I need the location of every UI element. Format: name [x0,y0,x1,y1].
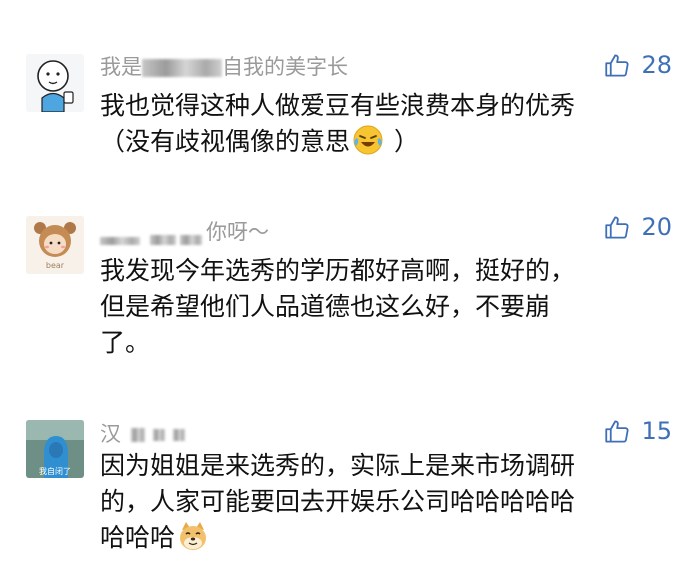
avatar-caption: 我自闭了 [39,466,71,476]
comment-line: 我发现今年选秀的学历都好高啊，挺好的， [100,256,576,285]
comment-item: 我是 自我的美字长 28 我也觉得这种人做爱豆有些浪费本身的优秀 （没有歧视偶像的… [0,0,700,190]
comment-line-tail: ） [394,127,420,156]
comment-text: 因为姐姐是来选秀的，实际上是来市场调研 的，人家可能要回去开娱乐公司哈哈哈哈哈 … [100,448,660,556]
comment-text: 我也觉得这种人做爱豆有些浪费本身的优秀 （没有歧视偶像的意思 ） [100,88,660,160]
blue-hooded-figure-avatar-icon: 我自闭了 [26,420,84,478]
comment-line-text: （没有歧视偶像的意思 [100,127,351,156]
thumbs-up-icon [605,419,629,443]
bear-hood-cartoon-avatar-icon: bear [26,216,84,274]
like-count: 28 [641,51,672,79]
comment-line-with-emoji: （没有歧视偶像的意思 ） [100,124,660,160]
doge-emoji-icon [180,522,207,550]
comment-line: 了。 [100,328,151,357]
comment-item: 我自闭了 汉 15 因为姐姐是来选秀的，实际上是来市场调研 的，人家可能要回去开… [0,390,700,584]
like-button[interactable]: 28 [604,50,672,80]
like-count: 15 [641,417,672,445]
username-tail-text: 自我的美字长 [222,55,348,79]
username[interactable]: 你呀～ [100,220,269,245]
thumbs-up-icon [605,53,629,77]
comment-line: 我也觉得这种人做爱豆有些浪费本身的优秀 [100,91,576,120]
username[interactable]: 汉 [100,422,185,446]
avatar[interactable] [26,54,84,112]
username-text: 我是 [100,55,142,79]
username[interactable]: 我是 自我的美字长 [100,55,348,79]
comment-line: 但是希望他们人品道德也这么好，不要崩 [100,292,551,321]
comment-item: bear 你呀～ 20 我发现今年选秀的学历都好高啊，挺好的， 但是希望他们人品… [0,190,700,390]
username-tail-text: 你呀～ [206,220,269,244]
like-count: 20 [641,213,672,241]
like-button[interactable]: 15 [604,416,672,446]
comment-line: 因为姐姐是来选秀的，实际上是来市场调研 [100,451,576,480]
avatar-caption: bear [46,261,65,270]
laughing-crying-emoji-icon [353,125,383,155]
comment-line-text: 哈哈哈 [100,523,176,552]
thumbs-up-icon [605,215,629,239]
avatar[interactable]: bear [26,216,84,274]
comment-line: 的，人家可能要回去开娱乐公司哈哈哈哈哈 [100,487,576,516]
avatar[interactable]: 我自闭了 [26,420,84,478]
like-button[interactable]: 20 [604,212,672,242]
comment-text: 我发现今年选秀的学历都好高啊，挺好的， 但是希望他们人品道德也这么好，不要崩 了… [100,253,660,361]
boy-drinking-cartoon-avatar-icon [26,54,84,112]
username-text: 汉 [100,422,121,446]
comment-line-with-emoji: 哈哈哈 [100,520,660,556]
